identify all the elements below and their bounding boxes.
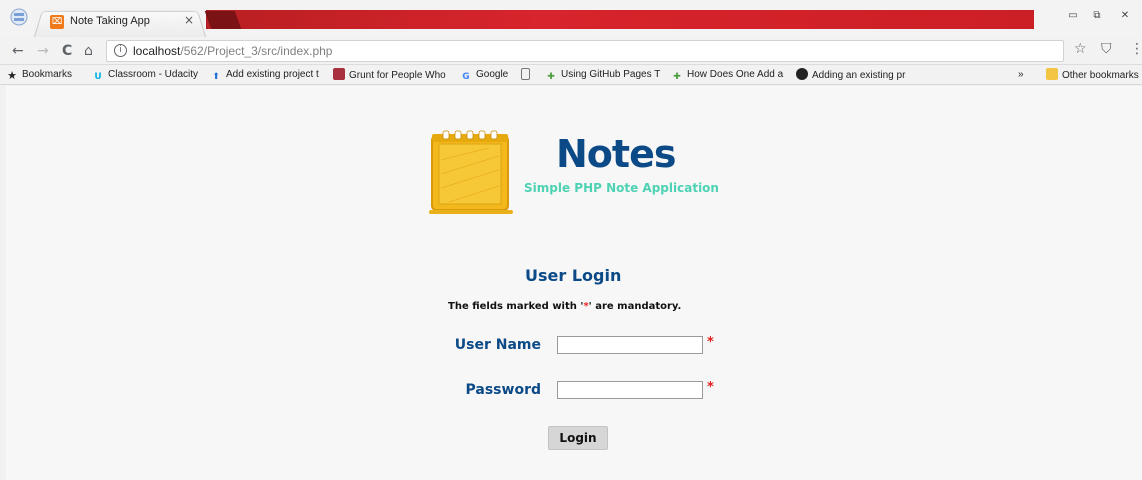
bookmark-label: Adding an existing pr — [812, 70, 906, 81]
mandatory-note: The fields marked with '*' are mandatory… — [448, 301, 681, 312]
tab-close-icon[interactable]: × — [184, 13, 194, 27]
bookmark-item[interactable]: U Classroom - Udacity — [92, 68, 204, 82]
minimize-icon[interactable]: ▭ — [1062, 8, 1084, 24]
restore-icon[interactable]: ⧉ — [1086, 8, 1108, 24]
bookmark-label: Classroom - Udacity — [108, 69, 199, 80]
address-host: localhost — [133, 44, 181, 58]
bookmark-label: Grunt for People Who — [349, 70, 446, 81]
password-label: Password — [465, 382, 541, 398]
bookmark-label: Google — [476, 69, 509, 80]
page-content: Notes Simple PHP Note Application User L… — [6, 86, 1142, 480]
tab-title: Note Taking App — [70, 15, 150, 27]
bookmark-item[interactable]: G Google — [460, 68, 516, 82]
page-icon — [521, 68, 530, 80]
bookmark-site-icon: ✚ — [673, 72, 681, 82]
bookmarks-manager[interactable]: ★ Bookmarks — [6, 68, 72, 82]
app-title: Notes — [556, 132, 676, 176]
app-subtitle: Simple PHP Note Application — [524, 181, 719, 195]
github-icon — [796, 68, 808, 80]
google-icon: G — [462, 72, 470, 82]
username-input[interactable] — [557, 336, 703, 354]
shield-extension-icon[interactable]: ⛉ — [1101, 41, 1112, 57]
browser-toolbar: ← → C ⌂ i localhost/562/Project_3/src/in… — [0, 37, 1142, 65]
other-bookmarks-label: Other bookmarks — [1062, 70, 1139, 81]
browser-titlebar: ⌧ Note Taking App × ▭ ⧉ ✕ — [0, 0, 1142, 37]
tab-note-taking-app[interactable]: ⌧ Note Taking App × — [34, 8, 206, 37]
bookmark-item[interactable]: ✚ Using GitHub Pages T — [545, 68, 661, 82]
address-bar[interactable]: i localhost/562/Project_3/src/index.php — [106, 40, 1064, 62]
mandatory-note-suffix: ' are mandatory. — [588, 301, 682, 312]
xampp-favicon-icon: ⌧ — [50, 15, 64, 29]
browser-app-icon — [10, 8, 28, 26]
bookmark-label: Add existing project t — [226, 69, 319, 80]
bookmark-item[interactable]: ⬆ Add existing project t — [210, 68, 328, 82]
bookmark-site-icon — [333, 68, 345, 80]
notepad-logo-icon — [429, 130, 513, 214]
bookmark-star-icon[interactable]: ☆ — [1074, 41, 1087, 57]
other-bookmarks[interactable]: Other bookmarks — [1046, 68, 1139, 82]
new-tab-button[interactable] — [204, 11, 242, 29]
menu-icon[interactable]: ⋮ — [1130, 41, 1142, 57]
login-heading: User Login — [525, 266, 622, 285]
bookmark-site-icon: ⬆ — [212, 72, 220, 82]
star-icon: ★ — [7, 69, 17, 82]
bookmark-item[interactable]: Grunt for People Who — [333, 68, 452, 82]
username-label: User Name — [454, 337, 541, 353]
tab-strip — [204, 10, 1034, 29]
bookmark-item[interactable] — [521, 68, 539, 82]
login-button[interactable]: Login — [548, 426, 608, 450]
folder-icon — [1046, 68, 1058, 80]
back-icon[interactable]: ← — [12, 41, 24, 61]
bookmarks-label: Bookmarks — [22, 69, 73, 80]
password-input[interactable] — [557, 381, 703, 399]
password-required-star: * — [707, 380, 714, 395]
forward-icon[interactable]: → — [37, 41, 49, 61]
address-url: localhost/562/Project_3/src/index.php — [133, 44, 332, 58]
close-window-icon[interactable]: ✕ — [1114, 8, 1136, 24]
mandatory-note-prefix: The fields marked with ' — [448, 301, 584, 312]
bookmark-item[interactable]: ✚ How Does One Add a — [671, 68, 787, 82]
bookmark-item[interactable]: Adding an existing pr — [796, 68, 914, 82]
bookmark-label: Using GitHub Pages T — [561, 69, 661, 80]
bookmarks-bar: ★ Bookmarks U Classroom - Udacity ⬆ Add exi… — [0, 65, 1142, 85]
bookmark-site-icon: ✚ — [547, 72, 555, 82]
reload-icon[interactable]: C — [62, 41, 72, 61]
home-icon[interactable]: ⌂ — [84, 41, 93, 61]
site-info-icon[interactable]: i — [114, 44, 127, 57]
udacity-icon: U — [94, 72, 102, 82]
bookmark-label: How Does One Add a — [687, 69, 784, 80]
address-path: /562/Project_3/src/index.php — [180, 44, 333, 58]
bookmarks-overflow-icon[interactable]: » — [1018, 68, 1024, 82]
username-required-star: * — [707, 335, 714, 350]
